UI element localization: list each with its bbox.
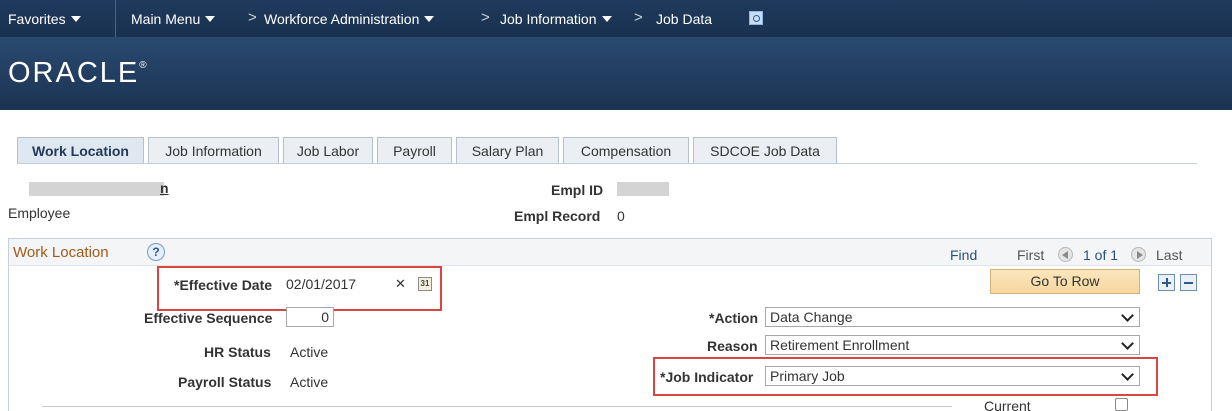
employee-type: Employee (8, 205, 71, 221)
action-label: *Action (709, 310, 758, 326)
current-checkbox[interactable] (1115, 398, 1128, 411)
clear-icon[interactable]: ✕ (395, 276, 406, 292)
reason-select[interactable]: Retirement Enrollment (765, 335, 1140, 355)
previous-row-icon[interactable] (1058, 247, 1073, 262)
chevron-down-icon (1121, 337, 1134, 350)
tab-job-information[interactable]: Job Information (148, 137, 279, 163)
favorites-menu[interactable]: Favorites (8, 11, 81, 27)
payroll-status-value: Active (290, 374, 329, 390)
effective-sequence-label: Effective Sequence (144, 310, 273, 326)
first-link[interactable]: First (1017, 247, 1044, 263)
chevron-down-icon (601, 16, 612, 22)
hr-status-value: Active (290, 344, 329, 360)
search-page-icon[interactable] (749, 11, 763, 25)
job-indicator-label: *Job Indicator (660, 369, 754, 385)
employee-name: n (160, 180, 169, 196)
next-row-icon[interactable] (1131, 247, 1146, 262)
empl-id-label: Empl ID (551, 182, 604, 198)
main-menu[interactable]: Main Menu (131, 11, 216, 27)
chevron-down-icon (205, 16, 216, 22)
logo-text: ORACLE (8, 57, 140, 89)
delete-row-icon[interactable] (1180, 274, 1197, 291)
tab-payroll[interactable]: Payroll (377, 137, 452, 163)
empl-record-label: Empl Record (514, 208, 601, 224)
go-to-row-button[interactable]: Go To Row (990, 269, 1140, 294)
reason-selected-value: Retirement Enrollment (770, 337, 910, 353)
logo-mark: ® (139, 60, 147, 71)
tab-salary-plan[interactable]: Salary Plan (456, 137, 559, 163)
nav-divider (115, 0, 116, 37)
tab-sdcoe-job-data[interactable]: SDCOE Job Data (693, 137, 837, 163)
current-label: Current (984, 398, 1031, 411)
divider (42, 406, 952, 407)
effective-sequence-input[interactable]: 0 (286, 307, 334, 327)
help-icon[interactable]: ? (147, 243, 165, 261)
tab-work-location[interactable]: Work Location (17, 137, 144, 164)
chevron-down-icon (1121, 309, 1134, 322)
empl-record-value: 0 (617, 208, 625, 224)
oracle-logo: ORACLE® (8, 57, 147, 90)
page-count: 1 of 1 (1083, 247, 1119, 263)
breadcrumb-separator-icon: > (634, 9, 643, 26)
tab-compensation[interactable]: Compensation (563, 137, 689, 163)
breadcrumb-job-data[interactable]: Job Data (656, 11, 712, 27)
breadcrumb-separator-icon: > (248, 9, 257, 26)
effective-date-label: *Effective Date (174, 277, 273, 293)
payroll-status-label: Payroll Status (178, 374, 272, 390)
redacted-empl-id (617, 182, 669, 196)
breadcrumb-job-information[interactable]: Job Information (500, 11, 612, 27)
main-menu-label: Main Menu (131, 11, 201, 27)
redacted-employee-name (29, 182, 164, 196)
chevron-down-icon (424, 16, 435, 22)
breadcrumb-separator-icon: > (481, 9, 490, 26)
top-navigation-bar: Favorites Main Menu > Workforce Administ… (0, 0, 1232, 37)
action-selected-value: Data Change (770, 309, 853, 325)
reason-label: Reason (707, 338, 758, 354)
tab-underline (17, 163, 1197, 164)
section-title: Work Location (13, 244, 109, 261)
last-link[interactable]: Last (1156, 247, 1182, 263)
chevron-down-icon (70, 16, 81, 22)
favorites-label: Favorites (8, 11, 66, 27)
add-row-icon[interactable] (1158, 274, 1175, 291)
job-indicator-select[interactable]: Primary Job (765, 366, 1140, 386)
calendar-icon[interactable]: 31 (418, 277, 432, 291)
tab-job-labor[interactable]: Job Labor (283, 137, 373, 163)
action-select[interactable]: Data Change (765, 307, 1140, 327)
job-indicator-selected-value: Primary Job (770, 368, 845, 384)
find-link[interactable]: Find (950, 247, 977, 263)
breadcrumb-label: Workforce Administration (264, 11, 420, 27)
breadcrumb-workforce-administration[interactable]: Workforce Administration (264, 11, 435, 27)
hr-status-label: HR Status (204, 344, 271, 360)
oracle-banner: ORACLE® (0, 37, 1232, 110)
chevron-down-icon (1121, 368, 1134, 381)
breadcrumb-label: Job Information (500, 11, 597, 27)
